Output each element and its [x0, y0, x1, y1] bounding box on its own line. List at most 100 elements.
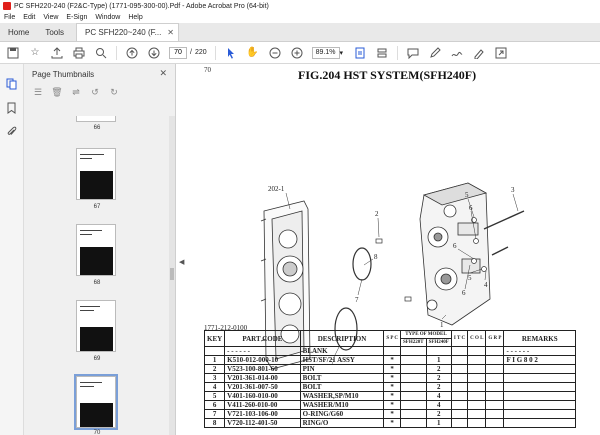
- next-page-icon[interactable]: [147, 46, 161, 60]
- upload-icon[interactable]: [50, 46, 64, 60]
- scrollbar-thumb[interactable]: [170, 268, 174, 280]
- table-cell-code: V201-361-007-50: [224, 382, 301, 392]
- search-icon[interactable]: [94, 46, 108, 60]
- thumbnail-page[interactable]: [76, 148, 116, 200]
- table-cell-spc: [383, 346, 402, 356]
- table-cell-empty: [467, 400, 487, 410]
- attachments-icon[interactable]: [6, 126, 17, 138]
- table-cell-t220: [400, 373, 427, 383]
- close-panel-icon[interactable]: ✕: [159, 68, 167, 79]
- thumbnail-content: [80, 382, 102, 383]
- column-header-part-code: PART CODE: [224, 330, 301, 347]
- menu-window[interactable]: Window: [95, 14, 120, 21]
- menu-help[interactable]: Help: [128, 14, 142, 21]
- pin-illustration: [404, 296, 412, 302]
- comment-icon[interactable]: [406, 46, 420, 60]
- table-cell-empty: [467, 364, 487, 374]
- page-number-input[interactable]: [169, 46, 187, 59]
- thumbnail-page-number: 70: [93, 430, 101, 435]
- insert-page-icon[interactable]: ⇌: [70, 86, 82, 98]
- callout-number: 6: [453, 242, 457, 250]
- tab-document[interactable]: PC SFH220~240 (F... ✕: [76, 23, 179, 41]
- window-title: PC SFH220-240 (F2&C-Type) (1771-095-300-…: [14, 2, 269, 10]
- collapse-panel-icon[interactable]: ◀: [179, 258, 184, 266]
- thumbnail-page[interactable]: [76, 224, 116, 276]
- zoom-in-icon[interactable]: [290, 46, 304, 60]
- panel-header: Page Thumbnails ✕: [24, 64, 175, 84]
- delete-page-icon[interactable]: 🗑: [51, 86, 63, 98]
- thumbnail-page-selected[interactable]: [74, 374, 118, 430]
- thumbnail-page[interactable]: [76, 116, 116, 122]
- thumbnail-page-number: 69: [93, 356, 101, 362]
- callout-number: 1: [440, 321, 444, 329]
- rotate-clockwise-icon[interactable]: ↻: [108, 86, 120, 98]
- tab-bar: Home Tools PC SFH220~240 (F... ✕: [0, 23, 600, 42]
- table-cell-empty: [450, 346, 469, 356]
- fit-page-icon[interactable]: [353, 46, 367, 60]
- zoom-out-icon[interactable]: [268, 46, 282, 60]
- table-cell-spc: *: [383, 364, 402, 374]
- table-row: 6 V411-260-010-00 WASHER/M10 * 4: [203, 400, 576, 410]
- table-cell-remarks: [503, 400, 576, 410]
- options-menu-icon[interactable]: ☰: [32, 86, 44, 98]
- bookmarks-icon[interactable]: [6, 102, 17, 114]
- callout-number: 6: [462, 289, 466, 297]
- fill-sign-icon[interactable]: [472, 46, 486, 60]
- highlight-pen-icon[interactable]: [428, 46, 442, 60]
- table-cell-code: V523-100-801-60: [224, 364, 301, 374]
- thumbnail-page[interactable]: [76, 300, 116, 352]
- draw-icon[interactable]: [450, 46, 464, 60]
- bookmark-star-icon[interactable]: ☆: [28, 46, 42, 60]
- save-icon[interactable]: [6, 46, 20, 60]
- table-cell-spc: *: [383, 355, 402, 365]
- callout-number: 2: [375, 210, 379, 218]
- select-cursor-icon[interactable]: [224, 46, 238, 60]
- table-cell-key: 4: [203, 382, 226, 392]
- callout-number: 6: [469, 204, 473, 212]
- table-cell-empty: [450, 355, 469, 365]
- panel-scrollbar[interactable]: [169, 116, 175, 435]
- table-cell-empty: [485, 409, 505, 419]
- table-cell-key: 6: [203, 400, 226, 410]
- parts-table: KEY PART CODE DESCRIPTION S P C TYPE OF …: [203, 330, 576, 428]
- share-icon[interactable]: [494, 46, 508, 60]
- tab-home[interactable]: Home: [0, 23, 37, 41]
- bolt-illustration: [483, 210, 525, 230]
- scroll-mode-icon[interactable]: [375, 46, 389, 60]
- table-cell-t240: 4: [425, 400, 452, 410]
- menu-file[interactable]: File: [4, 14, 15, 21]
- menu-esign[interactable]: E-Sign: [66, 14, 87, 21]
- table-cell-t220: [400, 400, 427, 410]
- table-cell-key: [203, 346, 226, 356]
- table-cell-empty: [467, 355, 487, 365]
- table-cell-t220: [400, 346, 427, 356]
- table-cell-key: 7: [203, 409, 226, 419]
- table-cell-empty: [450, 400, 469, 410]
- table-cell-t220: [400, 418, 427, 428]
- menu-view[interactable]: View: [43, 14, 58, 21]
- tab-document-label: PC SFH220~240 (F...: [85, 28, 162, 37]
- table-cell-desc: RING/O: [299, 418, 385, 428]
- column-header-description: DESCRIPTION: [299, 330, 385, 347]
- chevron-down-icon: ▾: [339, 49, 344, 57]
- washer-illustration: [481, 266, 487, 272]
- table-row: - - - - - - BLANK - - - - - -: [203, 346, 576, 356]
- table-cell-code: V411-260-010-00: [224, 400, 301, 410]
- column-header-sfh220t: SFH220T: [400, 338, 427, 347]
- hand-tool-icon[interactable]: ✋: [246, 46, 260, 60]
- close-tab-icon[interactable]: ✕: [167, 28, 174, 37]
- menu-edit[interactable]: Edit: [23, 14, 35, 21]
- zoom-level-select[interactable]: 89.1% ▾: [311, 46, 344, 59]
- table-cell-empty: [485, 346, 505, 356]
- page-thumbnails-icon[interactable]: [6, 78, 17, 90]
- tab-tools[interactable]: Tools: [37, 23, 72, 41]
- previous-page-icon[interactable]: [125, 46, 139, 60]
- table-cell-remarks: [503, 364, 576, 374]
- rotate-counterclockwise-icon[interactable]: ↺: [89, 86, 101, 98]
- table-cell-t220: [400, 364, 427, 374]
- thumbnail-content: [80, 154, 104, 155]
- print-icon[interactable]: [72, 46, 86, 60]
- table-cell-empty: [485, 382, 505, 392]
- thumbnail-content: [80, 386, 94, 387]
- table-cell-spc: *: [383, 418, 402, 428]
